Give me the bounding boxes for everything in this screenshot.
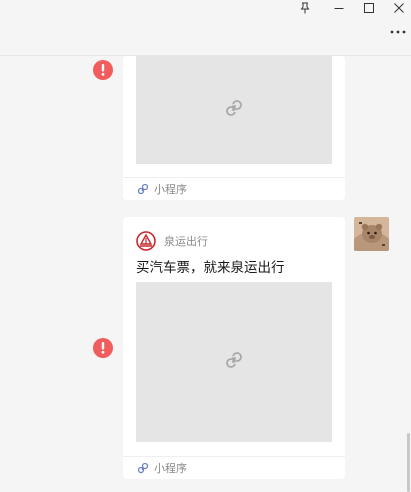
avatar[interactable] [354,217,389,251]
send-failed-icon[interactable] [93,60,113,80]
card-title: 买汽车票，就来泉运出行 [136,260,285,276]
mini-program-card[interactable]: 小程序 [123,56,345,200]
app-header: 泉运出行 [136,231,208,251]
mini-program-card[interactable]: 泉运出行 买汽车票，就来泉运出行 小程序 [123,217,345,479]
mini-program-preview [136,282,332,442]
close-icon[interactable] [388,0,410,16]
mini-program-icon [137,462,149,474]
quanyun-logo-icon [136,231,156,251]
minimize-icon[interactable] [328,0,350,16]
pin-icon[interactable] [294,0,316,16]
mini-program-footer: 小程序 [123,456,345,478]
maximize-icon[interactable] [358,0,380,16]
mini-program-label: 小程序 [154,461,187,475]
mini-program-preview [136,56,332,164]
mini-program-icon [137,183,149,195]
link-icon [224,350,244,374]
app-name: 泉运出行 [164,235,208,248]
title-bar [0,0,411,56]
link-icon [224,98,244,122]
scrollbar-thumb[interactable] [407,433,410,492]
send-failed-icon[interactable] [93,338,113,358]
more-options-icon[interactable] [387,24,409,40]
chat-window: 小程序 泉运出行 买汽车票，就来泉运出行 小程序 [0,0,411,492]
mini-program-label: 小程序 [154,182,187,196]
mini-program-footer: 小程序 [123,177,345,199]
